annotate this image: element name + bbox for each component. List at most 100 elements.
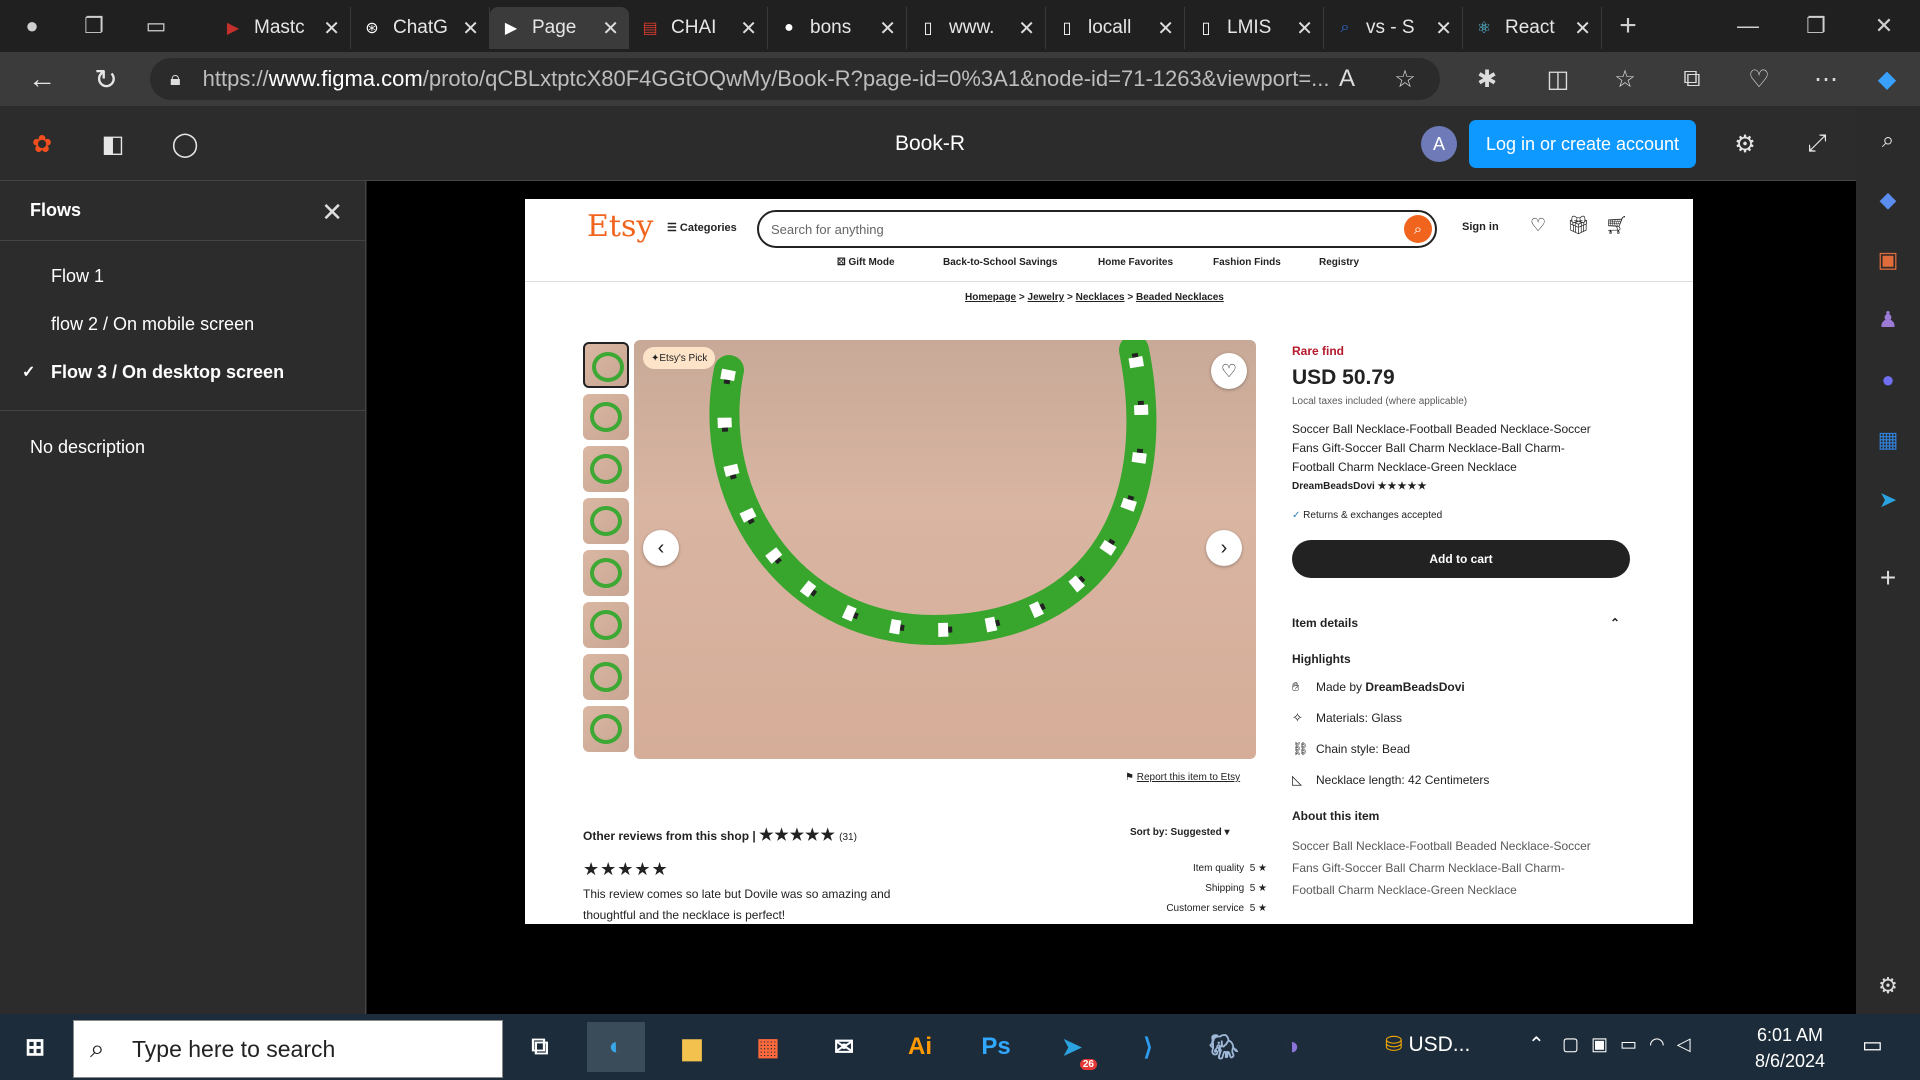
image-thumbnail[interactable] (583, 342, 629, 388)
image-thumbnail[interactable] (583, 706, 629, 752)
nav-back-to-school[interactable]: Back-to-School Savings (943, 257, 1057, 268)
breadcrumb-jewelry[interactable]: Jewelry (1028, 292, 1065, 303)
browser-tab[interactable]: ▤ CHAI ✕ (629, 7, 768, 49)
nav-gift-mode[interactable]: ⚄ Gift Mode (837, 257, 895, 268)
currency-widget[interactable]: ⛁ USD... (1385, 1032, 1470, 1057)
browser-tab[interactable]: ● bons ✕ (768, 7, 907, 49)
browser-tab[interactable]: ▶ Mastc ✕ (212, 7, 351, 49)
health-icon[interactable]: ♡ (1738, 58, 1780, 100)
outlook-icon[interactable]: ▦ (1868, 420, 1908, 460)
tab-close-icon[interactable]: ✕ (1157, 16, 1174, 41)
telegram-sidebar-icon[interactable]: ➤ (1868, 480, 1908, 520)
browser-tab[interactable]: ⊛ ChatG ✕ (351, 7, 490, 49)
toolbox-icon[interactable]: ▣ (1868, 240, 1908, 280)
image-thumbnail[interactable] (583, 394, 629, 440)
close-icon[interactable]: ✕ (321, 197, 343, 228)
next-image-button[interactable]: › (1206, 530, 1242, 566)
tab-close-icon[interactable]: ✕ (602, 16, 619, 41)
etsy-logo[interactable]: Etsy (587, 209, 653, 244)
close-window-icon[interactable]: ✕ (1862, 4, 1906, 48)
photoshop-icon[interactable]: Ps (967, 1022, 1025, 1072)
task-view-icon[interactable]: ⧉ (511, 1022, 569, 1072)
new-tab-icon[interactable]: + (1606, 4, 1650, 48)
nav-registry[interactable]: Registry (1319, 257, 1359, 268)
sign-in-link[interactable]: Sign in (1462, 221, 1499, 233)
favorite-heart-icon[interactable]: ♡ (1211, 353, 1247, 389)
made-by-shop[interactable]: DreamBeadsDovi (1365, 680, 1464, 694)
settings-icon[interactable]: ⚙︎ (1868, 966, 1908, 1006)
heart-icon[interactable]: ♡ (1530, 215, 1546, 236)
breadcrumb-necklaces[interactable]: Necklaces (1076, 292, 1125, 303)
tray-chevron-icon[interactable]: ⌃ (1528, 1032, 1545, 1057)
sort-dropdown[interactable]: Sort by: Suggested ▾ (1130, 827, 1230, 838)
browser-tab[interactable]: ▶ Page ✕ (490, 7, 629, 49)
search-icon[interactable]: ⌕ (1868, 120, 1908, 160)
taskbar-search-input[interactable]: ⌕ Type here to search (73, 1020, 503, 1078)
back-icon[interactable]: ← (10, 52, 74, 106)
split-screen-icon[interactable]: ◫ (1537, 58, 1579, 100)
edge-taskbar-icon[interactable]: ◐ (587, 1022, 645, 1072)
system-clock[interactable]: 6:01 AM 8/6/2024 (1740, 1022, 1840, 1074)
fullscreen-icon[interactable]: ⤢ (1797, 124, 1837, 164)
breadcrumb-homepage[interactable]: Homepage (965, 292, 1016, 303)
read-aloud-icon[interactable]: A (1326, 58, 1368, 100)
browser-tab[interactable]: ⌕ vs - S ✕ (1324, 7, 1463, 49)
shop-name[interactable]: DreamBeadsDovi ★★★★★ (1292, 481, 1427, 492)
categories-menu[interactable]: ☰ Categories (667, 221, 737, 234)
image-thumbnail[interactable] (583, 446, 629, 492)
nav-fashion-finds[interactable]: Fashion Finds (1213, 257, 1281, 268)
url-field[interactable]: 🔒︎ https://www.figma.com/proto/qCBLxtptc… (150, 58, 1440, 100)
settings-sliders-icon[interactable]: ⚙︎ (1725, 124, 1765, 164)
telegram-icon[interactable]: ➤ 26 (1043, 1022, 1101, 1072)
illustrator-icon[interactable]: Ai (891, 1022, 949, 1072)
browser-tab[interactable]: ▯ locall ✕ (1046, 7, 1185, 49)
more-icon[interactable]: ⋯ (1805, 58, 1847, 100)
windows-start-icon[interactable]: ⊞ (6, 1022, 64, 1072)
tab-close-icon[interactable]: ✕ (1435, 16, 1452, 41)
cart-icon[interactable]: 🛒︎ (1605, 215, 1628, 236)
mail-icon[interactable]: ✉ (815, 1022, 873, 1072)
image-thumbnail[interactable] (583, 498, 629, 544)
store-icon[interactable]: ▦ (739, 1022, 797, 1072)
gift-icon[interactable]: 🎁︎ (1567, 215, 1590, 236)
avatar[interactable]: A (1421, 126, 1457, 162)
search-input[interactable]: Search for anything ⌕ (757, 210, 1437, 248)
breadcrumb-beaded-necklaces[interactable]: Beaded Necklaces (1136, 292, 1224, 303)
eclipse-icon[interactable]: ◑ (1263, 1022, 1321, 1072)
search-icon[interactable]: ⌕ (1404, 215, 1432, 243)
tab-close-icon[interactable]: ✕ (1018, 16, 1035, 41)
browser-tab[interactable]: ▯ www. ✕ (907, 7, 1046, 49)
profile-icon[interactable]: ● (10, 4, 54, 48)
collections-icon[interactable]: ⧉ (1671, 58, 1713, 100)
favorites-icon[interactable]: ☆ (1604, 58, 1646, 100)
workspaces-icon[interactable]: ❐ (72, 4, 116, 48)
extensions-icon[interactable]: ✱ (1466, 58, 1508, 100)
tab-close-icon[interactable]: ✕ (740, 16, 757, 41)
minimize-icon[interactable]: — (1726, 4, 1770, 48)
flow-item[interactable]: Flow 1 (0, 252, 365, 300)
image-thumbnail[interactable] (583, 654, 629, 700)
nav-home-favorites[interactable]: Home Favorites (1098, 257, 1173, 268)
report-link[interactable]: ⚑ Report this item to Etsy (1125, 772, 1240, 783)
browser-tab[interactable]: ▯ LMIS ✕ (1185, 7, 1324, 49)
tab-close-icon[interactable]: ✕ (1296, 16, 1313, 41)
tab-close-icon[interactable]: ✕ (323, 16, 340, 41)
vscode-icon[interactable]: ⟩ (1119, 1022, 1177, 1072)
file-explorer-icon[interactable]: ▆ (663, 1022, 721, 1072)
tray-icons[interactable]: ▢▣▭◠◁ (1562, 1034, 1703, 1055)
tab-close-icon[interactable]: ✕ (1574, 16, 1591, 41)
tab-actions-icon[interactable]: ▭ (134, 4, 178, 48)
item-details-toggle[interactable]: Item details ⌃ (1292, 616, 1630, 630)
copilot-icon[interactable]: ◆ (1866, 58, 1908, 100)
login-button[interactable]: Log in or create account (1469, 120, 1696, 168)
refresh-icon[interactable]: ↻ (74, 52, 138, 106)
flow-item[interactable]: ✓ Flow 3 / On desktop screen (0, 348, 365, 396)
add-icon[interactable]: + (1868, 558, 1908, 598)
image-thumbnail[interactable] (583, 602, 629, 648)
games-icon[interactable]: ♟ (1868, 300, 1908, 340)
flow-item[interactable]: flow 2 / On mobile screen (0, 300, 365, 348)
image-thumbnail[interactable] (583, 550, 629, 596)
postgres-icon[interactable]: 🐘︎ (1195, 1022, 1253, 1072)
browser-tab[interactable]: ⚛ React ✕ (1463, 7, 1602, 49)
copilot-app-icon[interactable]: ● (1868, 360, 1908, 400)
